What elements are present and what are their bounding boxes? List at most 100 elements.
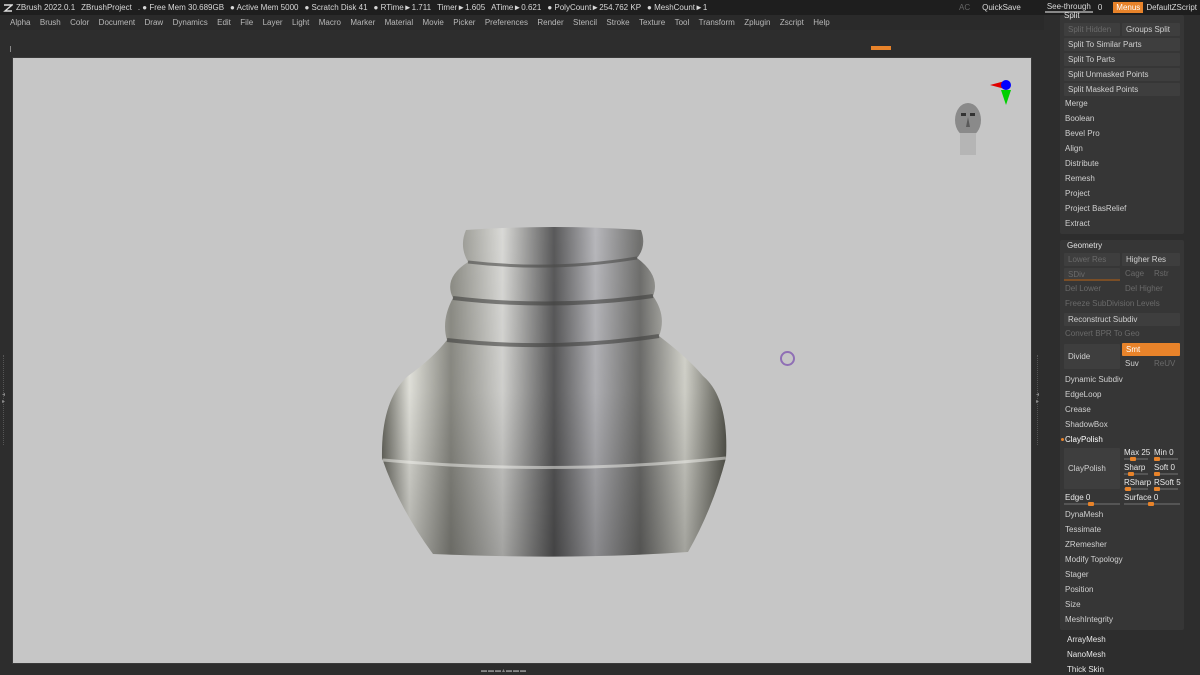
quicksave-button[interactable]: QuickSave [982,3,1021,12]
menu-zplugin[interactable]: Zplugin [744,18,770,27]
menu-file[interactable]: File [240,18,253,27]
menu-marker[interactable]: Marker [350,18,375,27]
subtool-distribute-button[interactable]: Distribute [1065,157,1099,171]
max-slider-knob[interactable] [1130,457,1136,461]
del-lower-button[interactable]: Del Lower [1065,282,1101,296]
reconstruct-subdiv-button[interactable]: Reconstruct Subdiv [1064,313,1180,326]
sculpt-model[interactable] [13,58,1033,665]
smt-toggle[interactable]: Smt [1122,343,1180,356]
document-canvas[interactable] [12,57,1032,664]
split-hidden-button[interactable]: Split Hidden [1064,23,1120,36]
menu-tool[interactable]: Tool [675,18,690,27]
geometry-modify-topology-button[interactable]: Modify Topology [1065,553,1123,567]
menu-transform[interactable]: Transform [699,18,735,27]
sharp-slider[interactable]: Sharp [1124,463,1145,472]
min-slider[interactable]: Min 0 [1154,448,1174,457]
split-header[interactable]: Split [1064,11,1080,20]
menu-texture[interactable]: Texture [639,18,665,27]
menu-material[interactable]: Material [385,18,413,27]
dynamic-subdiv-button[interactable]: Dynamic Subdiv [1065,373,1123,387]
menu-dynamics[interactable]: Dynamics [173,18,208,27]
menu-brush[interactable]: Brush [40,18,61,27]
left-dock-expand-icon[interactable]: ◂ ▸ [2,391,5,405]
divide-button[interactable]: Divide [1064,344,1120,369]
subtool-align-button[interactable]: Align [1065,142,1083,156]
menu-macro[interactable]: Macro [319,18,341,27]
surface-slider[interactable]: Surface 0 [1124,493,1158,502]
menu-document[interactable]: Document [99,18,135,27]
rsoft-slider-knob[interactable] [1154,487,1160,491]
menu-stroke[interactable]: Stroke [606,18,629,27]
default-zscript-button[interactable]: DefaultZScript [1146,3,1197,12]
ac-toggle[interactable]: AC [959,3,970,12]
reuv-toggle[interactable]: ReUV [1154,357,1175,371]
top-shelf [0,30,1040,55]
menu-zscript[interactable]: Zscript [780,18,804,27]
crease-button[interactable]: Crease [1065,403,1091,417]
subpalette-arraymesh[interactable]: ArrayMesh [1067,635,1106,644]
geometry-size-button[interactable]: Size [1065,598,1081,612]
menu-stencil[interactable]: Stencil [573,18,597,27]
subtool-merge-button[interactable]: Merge [1065,97,1088,111]
subtool-project-button[interactable]: Project [1065,187,1090,201]
subtool-boolean-button[interactable]: Boolean [1065,112,1094,126]
subpalette-nanomesh[interactable]: NanoMesh [1067,650,1106,659]
rstr-button[interactable]: Rstr [1154,267,1169,281]
sharp-slider-knob[interactable] [1128,472,1134,476]
higher-res-button[interactable]: Higher Res [1122,253,1180,266]
soft-slider[interactable]: Soft 0 [1154,463,1175,472]
surface-slider-knob[interactable] [1148,502,1154,506]
lower-res-button[interactable]: Lower Res [1064,253,1120,266]
bottom-shelf-handle[interactable]: ▬▬▬▴▬▬▬ [481,667,531,674]
subtool-extract-button[interactable]: Extract [1065,217,1090,231]
edge-slider-knob[interactable] [1088,502,1094,506]
geometry-stager-button[interactable]: Stager [1065,568,1089,582]
split-to-parts-button[interactable]: Split To Parts [1064,53,1180,66]
menu-edit[interactable]: Edit [217,18,231,27]
geometry-header[interactable]: Geometry [1067,241,1102,250]
split-to-similar-parts-button[interactable]: Split To Similar Parts [1064,38,1180,51]
subpalette-thick-skin[interactable]: Thick Skin [1067,665,1104,674]
soft-slider-knob[interactable] [1154,472,1160,476]
menu-color[interactable]: Color [70,18,89,27]
freeze-subdivision-button[interactable]: Freeze SubDivision Levels [1065,297,1160,311]
geometry-meshintegrity-button[interactable]: MeshIntegrity [1065,613,1113,627]
geometry-tessimate-button[interactable]: Tessimate [1065,523,1101,537]
claypolish-button[interactable]: ClayPolish [1064,448,1120,489]
right-dock-expand-icon[interactable]: ◂ ▸ [1036,391,1039,405]
subtool-bevel-pro-button[interactable]: Bevel Pro [1065,127,1100,141]
rsharp-slider[interactable]: RSharp [1124,478,1151,487]
edge-slider[interactable]: Edge 0 [1065,493,1090,502]
shelf-marker [10,46,11,52]
menu-help[interactable]: Help [813,18,829,27]
menu-layer[interactable]: Layer [263,18,283,27]
del-higher-button[interactable]: Del Higher [1125,282,1163,296]
suv-toggle[interactable]: Suv [1125,357,1139,371]
geometry-dynamesh-button[interactable]: DynaMesh [1065,508,1103,522]
menu-light[interactable]: Light [292,18,309,27]
min-slider-knob[interactable] [1154,457,1160,461]
subtool-remesh-button[interactable]: Remesh [1065,172,1095,186]
rsharp-slider-knob[interactable] [1125,487,1131,491]
max-slider[interactable]: Max 25 [1124,448,1150,457]
rsoft-slider[interactable]: RSoft 5 [1154,478,1181,487]
menu-picker[interactable]: Picker [453,18,475,27]
geometry-zremesher-button[interactable]: ZRemesher [1065,538,1107,552]
menu-render[interactable]: Render [537,18,563,27]
menu-draw[interactable]: Draw [145,18,164,27]
groups-split-button[interactable]: Groups Split [1122,23,1180,36]
subtool-project-basrelief-button[interactable]: Project BasRelief [1065,202,1126,216]
edgeloop-button[interactable]: EdgeLoop [1065,388,1101,402]
shadowbox-button[interactable]: ShadowBox [1065,418,1108,432]
menu-movie[interactable]: Movie [422,18,443,27]
menu-alpha[interactable]: Alpha [10,18,30,27]
menu-preferences[interactable]: Preferences [485,18,528,27]
split-unmasked-points-button[interactable]: Split Unmasked Points [1064,68,1180,81]
convert-bpr-button[interactable]: Convert BPR To Geo [1065,327,1140,341]
geometry-position-button[interactable]: Position [1065,583,1093,597]
menus-toggle[interactable]: Menus [1113,2,1144,13]
head-gizmo-icon[interactable] [948,75,1013,160]
cage-button[interactable]: Cage [1125,267,1144,281]
split-masked-points-button[interactable]: Split Masked Points [1064,83,1180,96]
claypolish-subpalette-header[interactable]: ClayPolish [1065,433,1103,447]
